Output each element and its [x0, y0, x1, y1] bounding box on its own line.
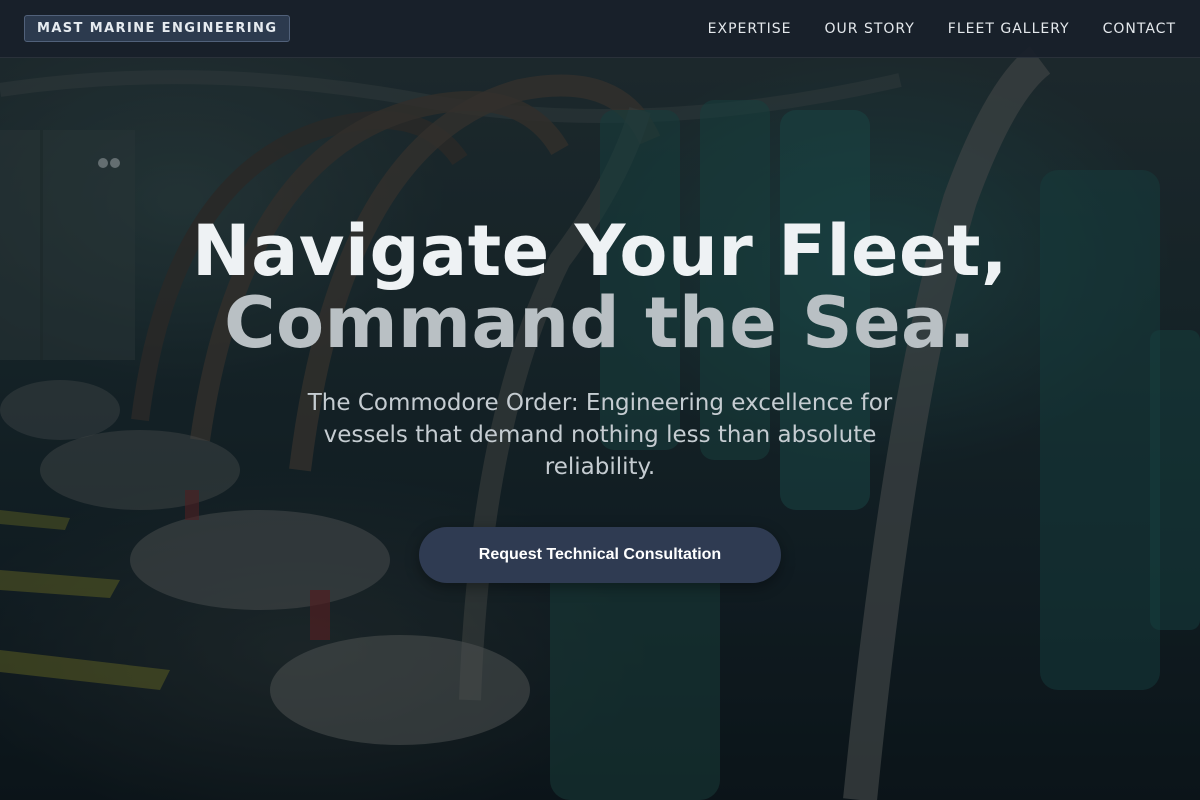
brand-logo[interactable]: MAST MARINE ENGINEERING [24, 15, 291, 42]
hero-subtitle: The Commodore Order: Engineering excelle… [307, 390, 893, 480]
headline-line-1: Navigate Your Fleet, [192, 210, 1008, 292]
nav-our-story[interactable]: OUR STORY [825, 21, 915, 37]
nav-expertise[interactable]: EXPERTISE [708, 21, 792, 37]
request-consultation-button[interactable]: Request Technical Consultation [419, 527, 781, 583]
main-navigation: EXPERTISE OUR STORY FLEET GALLERY CONTAC… [708, 21, 1176, 37]
hero-section: Navigate Your Fleet, Command the Sea. Th… [0, 215, 1200, 583]
headline-line-2: Command the Sea. [224, 282, 976, 364]
hero-headline: Navigate Your Fleet, Command the Sea. [0, 215, 1200, 359]
site-header: MAST MARINE ENGINEERING EXPERTISE OUR ST… [0, 0, 1200, 58]
nav-fleet-gallery[interactable]: FLEET GALLERY [948, 21, 1070, 37]
nav-contact[interactable]: CONTACT [1103, 21, 1176, 37]
